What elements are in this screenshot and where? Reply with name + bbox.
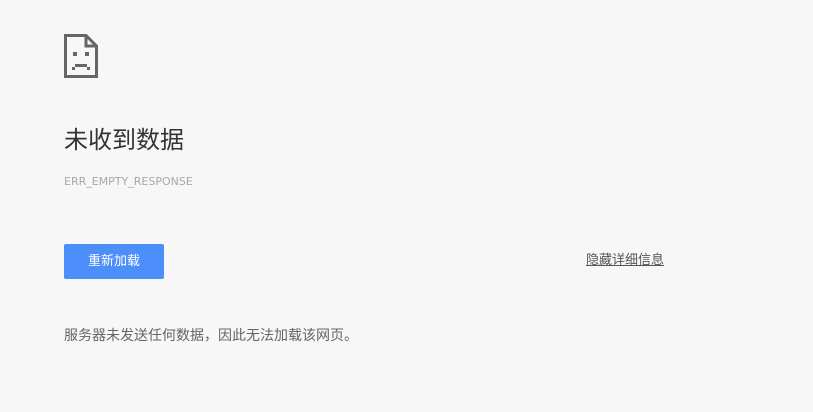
error-description: 服务器未发送任何数据，因此无法加载该网页。 <box>64 328 358 344</box>
error-page: 未收到数据 ERR_EMPTY_RESPONSE 重新加载 隐藏详细信息 服务器… <box>0 0 813 412</box>
page-title: 未收到数据 <box>64 126 184 154</box>
hide-details-link[interactable]: 隐藏详细信息 <box>586 252 664 270</box>
error-code: ERR_EMPTY_RESPONSE <box>64 175 193 188</box>
reload-button[interactable]: 重新加载 <box>64 244 164 279</box>
sad-page-icon <box>64 34 98 78</box>
